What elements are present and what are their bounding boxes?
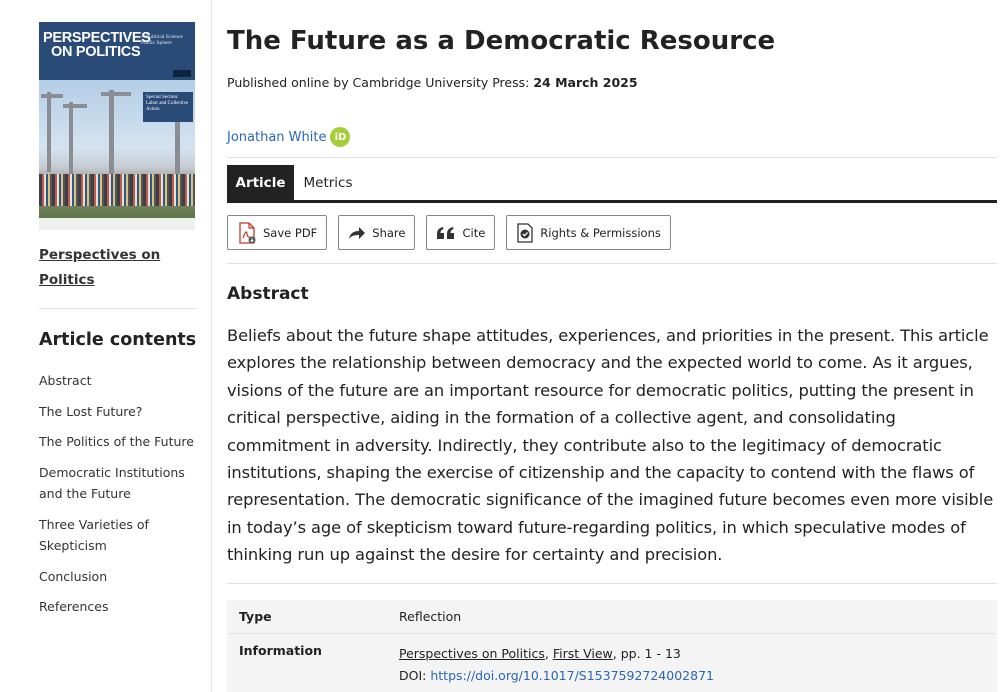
save-pdf-button[interactable]: Save PDF	[227, 215, 328, 250]
metadata-row-type: Type Reflection	[227, 600, 997, 633]
rights-permissions-button[interactable]: Rights & Permissions	[506, 215, 671, 250]
divider-bottom	[227, 583, 997, 584]
cover-subtitle: A Political Science Public Sphere	[141, 34, 183, 46]
crane-2	[69, 102, 73, 174]
first-view-link[interactable]: First View	[553, 646, 613, 661]
citation-line: Perspectives on Politics, First View, pp…	[399, 643, 714, 665]
page-range: , pp. 1 - 13	[612, 646, 681, 661]
quote-icon	[437, 226, 455, 239]
cover-title-line2: ON POLITICS	[51, 44, 141, 60]
journal-link[interactable]: Perspectives on Politics	[39, 243, 199, 293]
cover-crowd	[39, 174, 195, 206]
share-label: Share	[372, 225, 406, 240]
toc-item-three-varieties[interactable]: Three Varieties of Skepticism	[39, 514, 204, 557]
tab-article[interactable]: Article	[227, 165, 294, 200]
crane-2-arm	[63, 104, 87, 108]
sidebar: PERSPECTIVES ON POLITICS A Political Sci…	[0, 0, 212, 692]
toc-item-abstract[interactable]: Abstract	[39, 370, 204, 392]
crane-4	[175, 122, 180, 174]
article-metadata-table: Type Reflection Information Perspectives…	[227, 600, 997, 692]
author: Jonathan White iD	[227, 127, 351, 147]
crane-1	[47, 92, 51, 172]
cover-title: PERSPECTIVES ON POLITICS	[43, 31, 151, 60]
toc-item-conclusion[interactable]: Conclusion	[39, 566, 204, 588]
author-link[interactable]: Jonathan White	[227, 130, 326, 145]
doi-line: DOI: https://doi.org/10.1017/S1537592724…	[399, 665, 714, 687]
article-contents-list: Abstract The Lost Future? The Politics o…	[39, 370, 204, 627]
toc-item-democratic-institutions[interactable]: Democratic Institutions and the Future	[39, 462, 204, 505]
cover-logo	[173, 70, 191, 77]
pdf-icon	[239, 221, 256, 244]
divider-top	[227, 157, 997, 158]
article-contents-heading: Article contents	[39, 330, 197, 350]
information-value: Perspectives on Politics, First View, pp…	[399, 643, 714, 687]
share-button[interactable]: Share	[338, 215, 416, 250]
abstract-heading: Abstract	[227, 284, 309, 304]
metadata-row-information: Information Perspectives on Politics, Fi…	[227, 633, 997, 692]
article-tabs: Article Metrics	[227, 165, 997, 203]
article-actions: Save PDF Share Cite Rights & Permissions	[227, 215, 671, 250]
cite-button[interactable]: Cite	[426, 215, 496, 250]
sidebar-divider	[39, 308, 195, 309]
citation-separator: ,	[544, 646, 553, 661]
type-value: Reflection	[399, 609, 462, 624]
journal-citation-link[interactable]: Perspectives on Politics	[399, 646, 545, 661]
toc-item-references[interactable]: References	[39, 596, 204, 618]
cite-label: Cite	[462, 225, 486, 240]
crane-3	[109, 90, 114, 174]
cover-footer	[39, 218, 195, 230]
cover-special-box: Special Section: Labor and Collective Ac…	[143, 92, 193, 122]
toc-item-politics-of-future[interactable]: The Politics of the Future	[39, 431, 204, 453]
rights-label: Rights & Permissions	[540, 225, 661, 240]
divider-middle	[227, 263, 997, 264]
type-label: Type	[239, 609, 272, 624]
published-line: Published online by Cambridge University…	[227, 75, 638, 90]
share-arrow-icon	[349, 226, 366, 239]
article-title: The Future as a Democratic Resource	[227, 26, 776, 56]
journal-cover-image[interactable]: PERSPECTIVES ON POLITICS A Political Sci…	[39, 22, 195, 230]
orcid-icon[interactable]: iD	[330, 127, 351, 147]
save-pdf-label: Save PDF	[263, 225, 318, 240]
toc-item-lost-future[interactable]: The Lost Future?	[39, 401, 204, 423]
doi-link[interactable]: https://doi.org/10.1017/S153759272400287…	[430, 668, 714, 683]
doi-prefix: DOI:	[399, 668, 431, 683]
tab-metrics[interactable]: Metrics	[294, 165, 362, 200]
crane-1-arm	[41, 94, 63, 98]
crane-3-arm	[101, 92, 131, 96]
information-label: Information	[239, 643, 322, 658]
rights-badge-icon	[517, 222, 533, 243]
published-prefix: Published online by Cambridge University…	[227, 75, 530, 90]
abstract-text: Beliefs about the future shape attitudes…	[227, 326, 994, 565]
published-date: 24 March 2025	[533, 75, 638, 90]
